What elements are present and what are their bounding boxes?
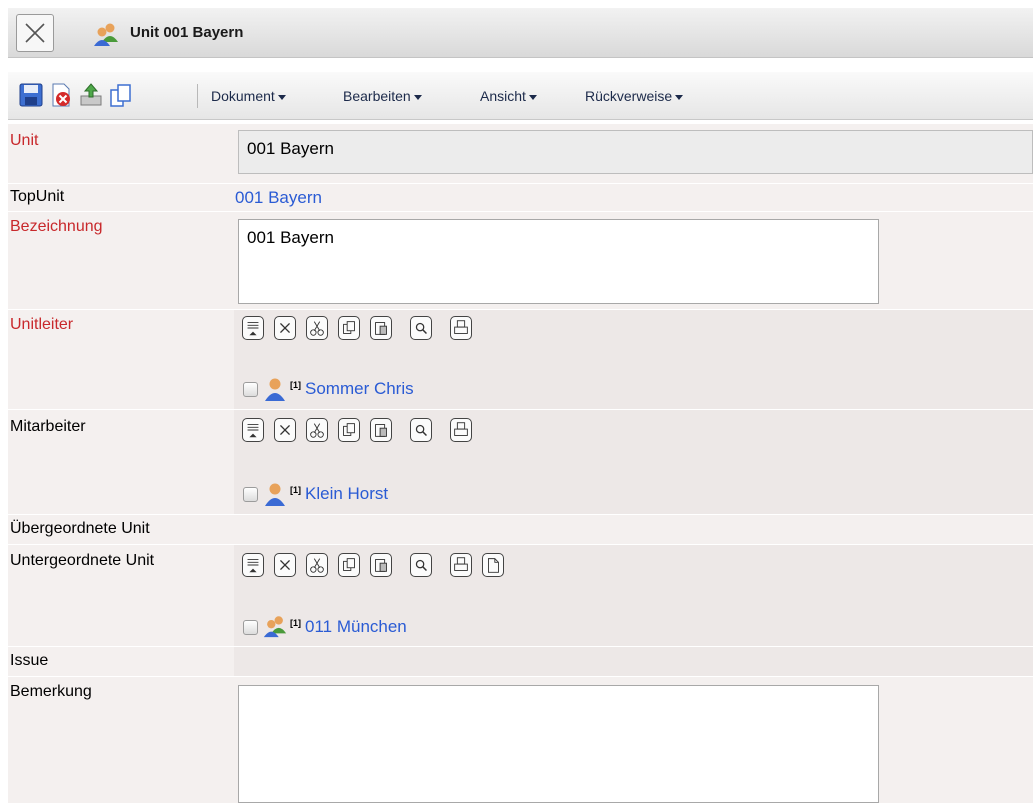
row-bezeichnung: Bezeichnung 001 Bayern bbox=[8, 212, 1033, 310]
menu-dokument[interactable]: Dokument bbox=[211, 88, 286, 104]
field-label-bezeichnung: Bezeichnung bbox=[10, 218, 103, 235]
remove-icon[interactable] bbox=[274, 316, 296, 340]
row-bemerkung: Bemerkung bbox=[8, 677, 1033, 803]
unitleiter-entry-link[interactable]: Sommer Chris bbox=[305, 379, 414, 399]
mitarbeiter-entry-checkbox[interactable] bbox=[243, 487, 258, 502]
person-icon bbox=[265, 483, 285, 506]
print-icon[interactable] bbox=[450, 553, 472, 577]
row-unit: Unit 001 Bayern bbox=[8, 124, 1033, 184]
copy-icon[interactable] bbox=[338, 553, 360, 577]
new-document-icon[interactable] bbox=[482, 553, 504, 577]
delete-icon[interactable] bbox=[48, 82, 74, 108]
window-titlebar: Unit 001 Bayern bbox=[8, 8, 1033, 58]
window-title: Unit 001 Bayern bbox=[130, 24, 244, 41]
unit-people-icon bbox=[94, 23, 118, 46]
select-list-icon[interactable] bbox=[242, 553, 264, 577]
select-list-icon[interactable] bbox=[242, 418, 264, 442]
print-icon[interactable] bbox=[450, 418, 472, 442]
row-unitleiter: Unitleiter [1] Sommer Chris bbox=[8, 310, 1033, 410]
field-label-untergeordnete-unit: Untergeordnete Unit bbox=[10, 552, 155, 569]
row-issue: Issue bbox=[8, 647, 1033, 677]
bezeichnung-textarea[interactable]: 001 Bayern bbox=[238, 219, 879, 304]
bemerkung-textarea[interactable] bbox=[238, 685, 879, 803]
remove-icon[interactable] bbox=[274, 553, 296, 577]
paste-icon[interactable] bbox=[370, 418, 392, 442]
untergeordnete-entry-link[interactable]: 011 München bbox=[305, 617, 407, 637]
row-uebergeordnete-unit: Übergeordnete Unit bbox=[8, 515, 1033, 545]
person-icon bbox=[265, 378, 285, 401]
upload-icon[interactable] bbox=[78, 82, 104, 108]
topunit-link[interactable]: 001 Bayern bbox=[235, 188, 322, 208]
mitarbeiter-entry-link[interactable]: Klein Horst bbox=[305, 484, 388, 504]
field-label-bemerkung: Bemerkung bbox=[10, 683, 92, 700]
search-icon[interactable] bbox=[410, 553, 432, 577]
field-label-topunit: TopUnit bbox=[10, 188, 65, 205]
dropdown-caret-icon bbox=[277, 94, 286, 100]
issue-value bbox=[234, 647, 1033, 677]
remove-icon[interactable] bbox=[274, 418, 296, 442]
cut-icon[interactable] bbox=[306, 418, 328, 442]
menu-rueckverweise[interactable]: Rückverweise bbox=[585, 88, 684, 104]
entry-marker: [1] bbox=[290, 485, 301, 495]
menu-label: Dokument bbox=[211, 88, 275, 104]
copy-icon[interactable] bbox=[338, 316, 360, 340]
field-label-unitleiter: Unitleiter bbox=[10, 316, 74, 333]
field-label-issue: Issue bbox=[10, 652, 49, 669]
menu-label: Rückverweise bbox=[585, 88, 673, 104]
close-button[interactable] bbox=[16, 14, 54, 52]
menu-ansicht[interactable]: Ansicht bbox=[480, 88, 537, 104]
cut-icon[interactable] bbox=[306, 316, 328, 340]
entry-marker: [1] bbox=[290, 380, 301, 390]
copy-icon[interactable] bbox=[338, 418, 360, 442]
paste-icon[interactable] bbox=[370, 316, 392, 340]
search-icon[interactable] bbox=[410, 316, 432, 340]
print-icon[interactable] bbox=[450, 316, 472, 340]
row-untergeordnete-unit: Untergeordnete Unit [1] 011 München bbox=[8, 545, 1033, 647]
row-topunit: TopUnit 001 Bayern bbox=[8, 184, 1033, 212]
menu-label: Ansicht bbox=[480, 88, 526, 104]
toolbar-separator bbox=[197, 84, 198, 108]
field-label-unit: Unit bbox=[10, 132, 39, 149]
unit-people-icon bbox=[263, 616, 287, 638]
unit-field: 001 Bayern bbox=[238, 130, 1033, 174]
close-x-icon bbox=[25, 23, 45, 43]
copy-icon[interactable] bbox=[108, 82, 134, 108]
save-icon[interactable] bbox=[18, 82, 44, 108]
search-icon[interactable] bbox=[410, 418, 432, 442]
dropdown-caret-icon bbox=[675, 94, 684, 100]
field-label-uebergeordnete-unit: Übergeordnete Unit bbox=[10, 520, 150, 537]
untergeordnete-entry-checkbox[interactable] bbox=[243, 620, 258, 635]
menu-label: Bearbeiten bbox=[343, 88, 411, 104]
unitleiter-entry-checkbox[interactable] bbox=[243, 382, 258, 397]
field-label-mitarbeiter: Mitarbeiter bbox=[10, 418, 86, 435]
document-toolbar: Dokument Bearbeiten Ansicht Rückverweise bbox=[8, 72, 1033, 120]
entry-marker: [1] bbox=[290, 618, 301, 628]
cut-icon[interactable] bbox=[306, 553, 328, 577]
dropdown-caret-icon bbox=[528, 94, 537, 100]
menu-bearbeiten[interactable]: Bearbeiten bbox=[343, 88, 422, 104]
dropdown-caret-icon bbox=[413, 94, 422, 100]
row-mitarbeiter: Mitarbeiter [1] Klein Horst bbox=[8, 410, 1033, 515]
paste-icon[interactable] bbox=[370, 553, 392, 577]
select-list-icon[interactable] bbox=[242, 316, 264, 340]
